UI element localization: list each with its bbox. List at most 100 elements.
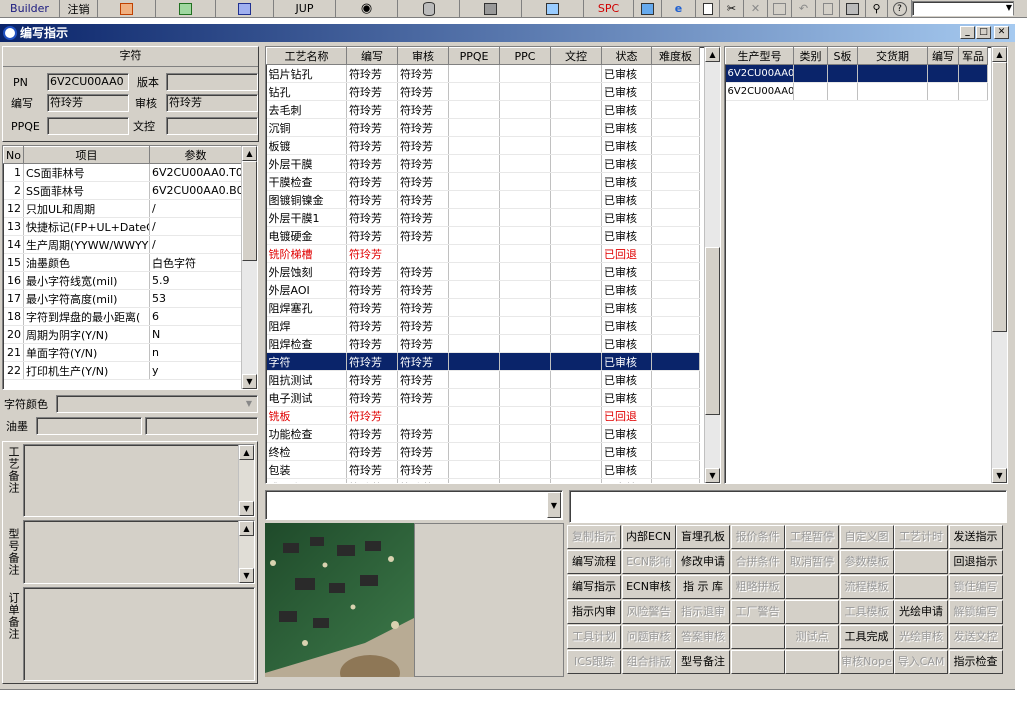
column-header-author[interactable]: 编写 [346,47,398,65]
action-button[interactable]: 工具模板 [839,600,894,624]
process-empty-cell[interactable] [651,82,700,101]
process-author-cell[interactable]: 符玲芳 [346,262,398,281]
process-empty-cell[interactable] [499,208,551,227]
model-row[interactable]: 6V2CU00AA0 [725,64,988,83]
action-button-empty[interactable] [785,575,839,599]
param-value-cell[interactable]: 6V2CU00AA0.B0 [149,181,242,200]
process-empty-cell[interactable] [499,478,551,483]
process-empty-cell[interactable] [499,154,551,173]
process-name-cell[interactable]: 阻抗测试 [266,370,347,389]
note-scrollbar[interactable]: ▲ ▼ [238,445,254,516]
param-item-cell[interactable]: 快捷标记(FP+UL+DateCo [23,217,150,236]
process-row[interactable]: 铣板 符玲芳 已回退 [266,406,700,425]
action-button-empty[interactable] [785,650,839,674]
process-author-cell[interactable]: 符玲芳 [346,190,398,209]
param-no-cell[interactable]: 1 [3,163,24,182]
process-review-cell[interactable]: 符玲芳 [397,136,449,155]
param-row[interactable]: 21 单面字符(Y/N) n [3,343,242,362]
process-row[interactable]: 电子测试 符玲芳 符玲芳 已审核 [266,388,700,407]
process-empty-cell[interactable] [550,388,602,407]
process-row[interactable]: 外层干膜1 符玲芳 符玲芳 已审核 [266,208,700,227]
process-row[interactable]: 干膜检查 符玲芳 符玲芳 已审核 [266,172,700,191]
param-item-cell[interactable]: SS面菲林号 [23,181,150,200]
action-button[interactable]: 报价条件 [730,525,785,549]
process-row[interactable]: 功能检查 符玲芳 符玲芳 已审核 [266,424,700,443]
process-empty-cell[interactable] [550,298,602,317]
scroll-up-icon[interactable]: ▲ [992,47,1007,62]
process-empty-cell[interactable] [550,172,602,191]
process-empty-cell[interactable] [448,226,500,245]
process-author-cell[interactable]: 符玲芳 [346,298,398,317]
review-field[interactable]: 符玲芳 [166,94,258,112]
process-empty-cell[interactable] [499,82,551,101]
process-status-cell[interactable]: 已审核 [601,334,652,353]
scroll-down-icon[interactable]: ▼ [705,468,720,483]
action-button[interactable]: 导入CAM [894,650,948,674]
process-empty-cell[interactable] [651,406,700,425]
process-status-cell[interactable]: 已审核 [601,316,652,335]
column-header-ppc[interactable]: PPC [499,47,551,65]
powerpoint-icon[interactable] [98,0,156,17]
process-name-cell[interactable]: 沉铜 [266,118,347,137]
process-empty-cell[interactable] [651,118,700,137]
process-empty-cell[interactable] [550,190,602,209]
process-empty-cell[interactable] [651,280,700,299]
param-no-cell[interactable]: 18 [3,307,24,326]
process-review-cell[interactable]: 符玲芳 [397,316,449,335]
process-name-cell[interactable]: 干膜检查 [266,172,347,191]
process-author-cell[interactable]: 符玲芳 [346,424,398,443]
process-name-cell[interactable]: 电镀硬金 [266,226,347,245]
param-value-cell[interactable]: 6 [149,307,242,326]
process-author-cell[interactable]: 符玲芳 [346,64,398,83]
process-empty-cell[interactable] [550,316,602,335]
process-author-cell[interactable]: 符玲芳 [346,442,398,461]
param-no-cell[interactable]: 22 [3,361,24,380]
excel-icon[interactable] [156,0,216,17]
param-row[interactable]: 12 只加UL和周期 / [3,199,242,218]
bottom-select[interactable]: ▼ [265,490,563,520]
process-empty-cell[interactable] [550,280,602,299]
param-row[interactable]: 18 字符到焊盘的最小距离(6 [3,307,242,326]
process-empty-cell[interactable] [651,334,700,353]
process-name-cell[interactable]: 成品仓 [266,478,347,483]
process-name-cell[interactable]: 铣阶梯槽 [266,244,347,263]
process-empty-cell[interactable] [448,190,500,209]
model-cell[interactable]: 6V2CU00AA0 [725,64,794,83]
model-empty-cell[interactable] [857,64,928,83]
model-empty-cell[interactable] [793,64,828,83]
builder-button[interactable]: Builder [0,0,60,17]
eye-icon[interactable]: ◉ [336,0,398,17]
process-review-cell[interactable]: 符玲芳 [397,190,449,209]
undo-icon[interactable]: ↶ [792,0,816,17]
process-empty-cell[interactable] [448,136,500,155]
process-name-cell[interactable]: 外层干膜 [266,154,347,173]
proof-field[interactable] [166,117,258,135]
action-button[interactable]: 盲埋孔板 [676,525,730,549]
param-item-cell[interactable]: 单面字符(Y/N) [23,343,150,362]
action-button[interactable]: 指 示 库 [676,575,730,599]
process-row[interactable]: 外层干膜 符玲芳 符玲芳 已审核 [266,154,700,173]
process-name-cell[interactable]: 阻焊检查 [266,334,347,353]
process-review-cell[interactable]: 符玲芳 [397,478,449,483]
save-icon[interactable] [768,0,792,17]
process-empty-cell[interactable] [448,442,500,461]
process-empty-cell[interactable] [499,190,551,209]
network-icon[interactable] [460,0,522,17]
process-author-cell[interactable]: 符玲芳 [346,118,398,137]
process-empty-cell[interactable] [448,478,500,483]
preview-icon[interactable] [816,0,840,17]
database-icon[interactable] [398,0,460,17]
param-value-cell[interactable]: 5.9 [149,271,242,290]
process-author-cell[interactable]: 符玲芳 [346,154,398,173]
process-empty-cell[interactable] [448,280,500,299]
action-button[interactable]: 型号备注 [676,650,730,674]
scroll-up-icon[interactable]: ▲ [239,445,254,460]
action-button-empty[interactable] [730,625,785,649]
action-button[interactable]: 问题审核 [621,625,676,649]
process-note-text[interactable]: ▲ ▼ [23,444,255,517]
process-author-cell[interactable]: 符玲芳 [346,478,398,483]
action-button[interactable]: 审核Nope [839,650,894,674]
bottom-text-field[interactable] [569,490,1007,523]
action-button[interactable]: 工程暂停 [785,525,839,549]
column-header-model[interactable]: 生产型号 [725,47,794,65]
